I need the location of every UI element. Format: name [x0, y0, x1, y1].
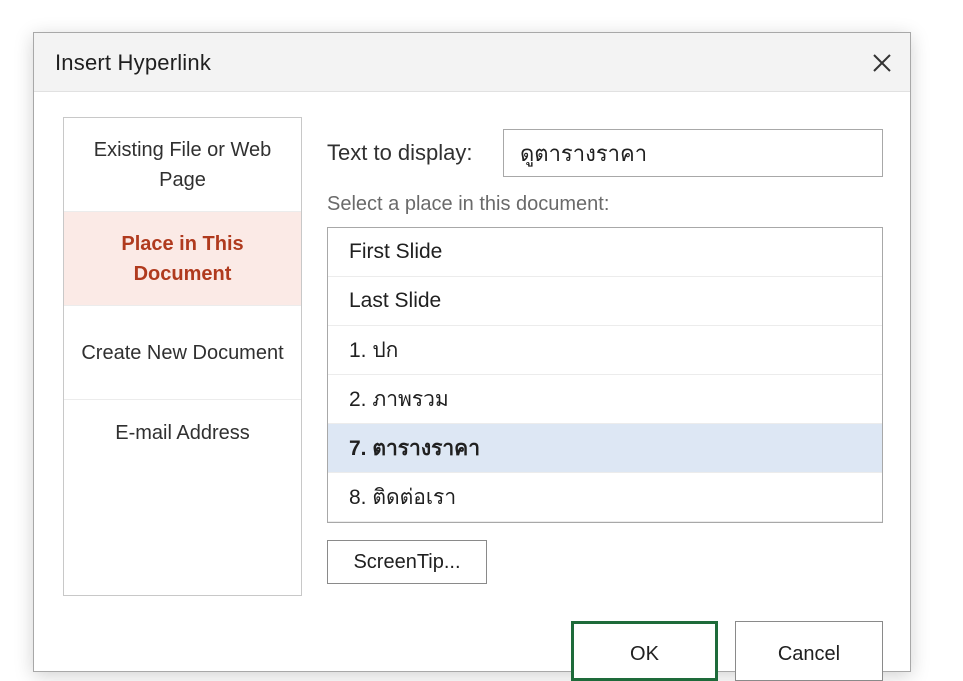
cancel-button[interactable]: Cancel: [735, 621, 883, 681]
link-to-place-in-document-label: Place in This Document: [121, 232, 244, 285]
dialog-titlebar: Insert Hyperlink: [34, 33, 910, 92]
link-to-email-address-label: E-mail Address: [115, 422, 250, 444]
screentip-button[interactable]: ScreenTip...: [327, 540, 487, 584]
insert-hyperlink-dialog: Insert Hyperlink Existing File or Web Pa…: [33, 32, 911, 681]
place-list[interactable]: First Slide Last Slide 1. ปก 2. ภาพรวม 7…: [327, 227, 883, 523]
ok-button[interactable]: OK: [571, 621, 718, 681]
link-to-place-in-document[interactable]: Place in This Document: [64, 212, 301, 306]
dialog-title: Insert Hyperlink: [55, 50, 212, 75]
place-item-first-slide[interactable]: First Slide: [328, 228, 882, 277]
link-to-panel: Existing File or Web Page Place in This …: [63, 117, 302, 596]
text-to-display-label: Text to display:: [327, 140, 473, 165]
text-to-display-input[interactable]: [503, 129, 883, 177]
link-to-existing-file[interactable]: Existing File or Web Page: [64, 118, 301, 212]
select-place-label: Select a place in this document:: [327, 193, 610, 215]
close-button[interactable]: [868, 49, 896, 77]
place-item-slide-2[interactable]: 2. ภาพรวม: [328, 375, 882, 424]
link-to-create-new-document-label: Create New Document: [81, 341, 284, 364]
place-item-last-slide[interactable]: Last Slide: [328, 277, 882, 326]
link-to-email-address[interactable]: E-mail Address: [64, 400, 301, 466]
link-to-existing-file-label: Existing File or Web Page: [93, 138, 272, 191]
link-to-create-new-document[interactable]: Create New Document: [64, 306, 301, 400]
place-item-slide-1[interactable]: 1. ปก: [328, 326, 882, 375]
close-icon: [873, 54, 891, 72]
place-item-slide-8[interactable]: 8. ติดต่อเรา: [328, 473, 882, 522]
place-item-slide-7[interactable]: 7. ตารางราคา: [328, 424, 882, 473]
